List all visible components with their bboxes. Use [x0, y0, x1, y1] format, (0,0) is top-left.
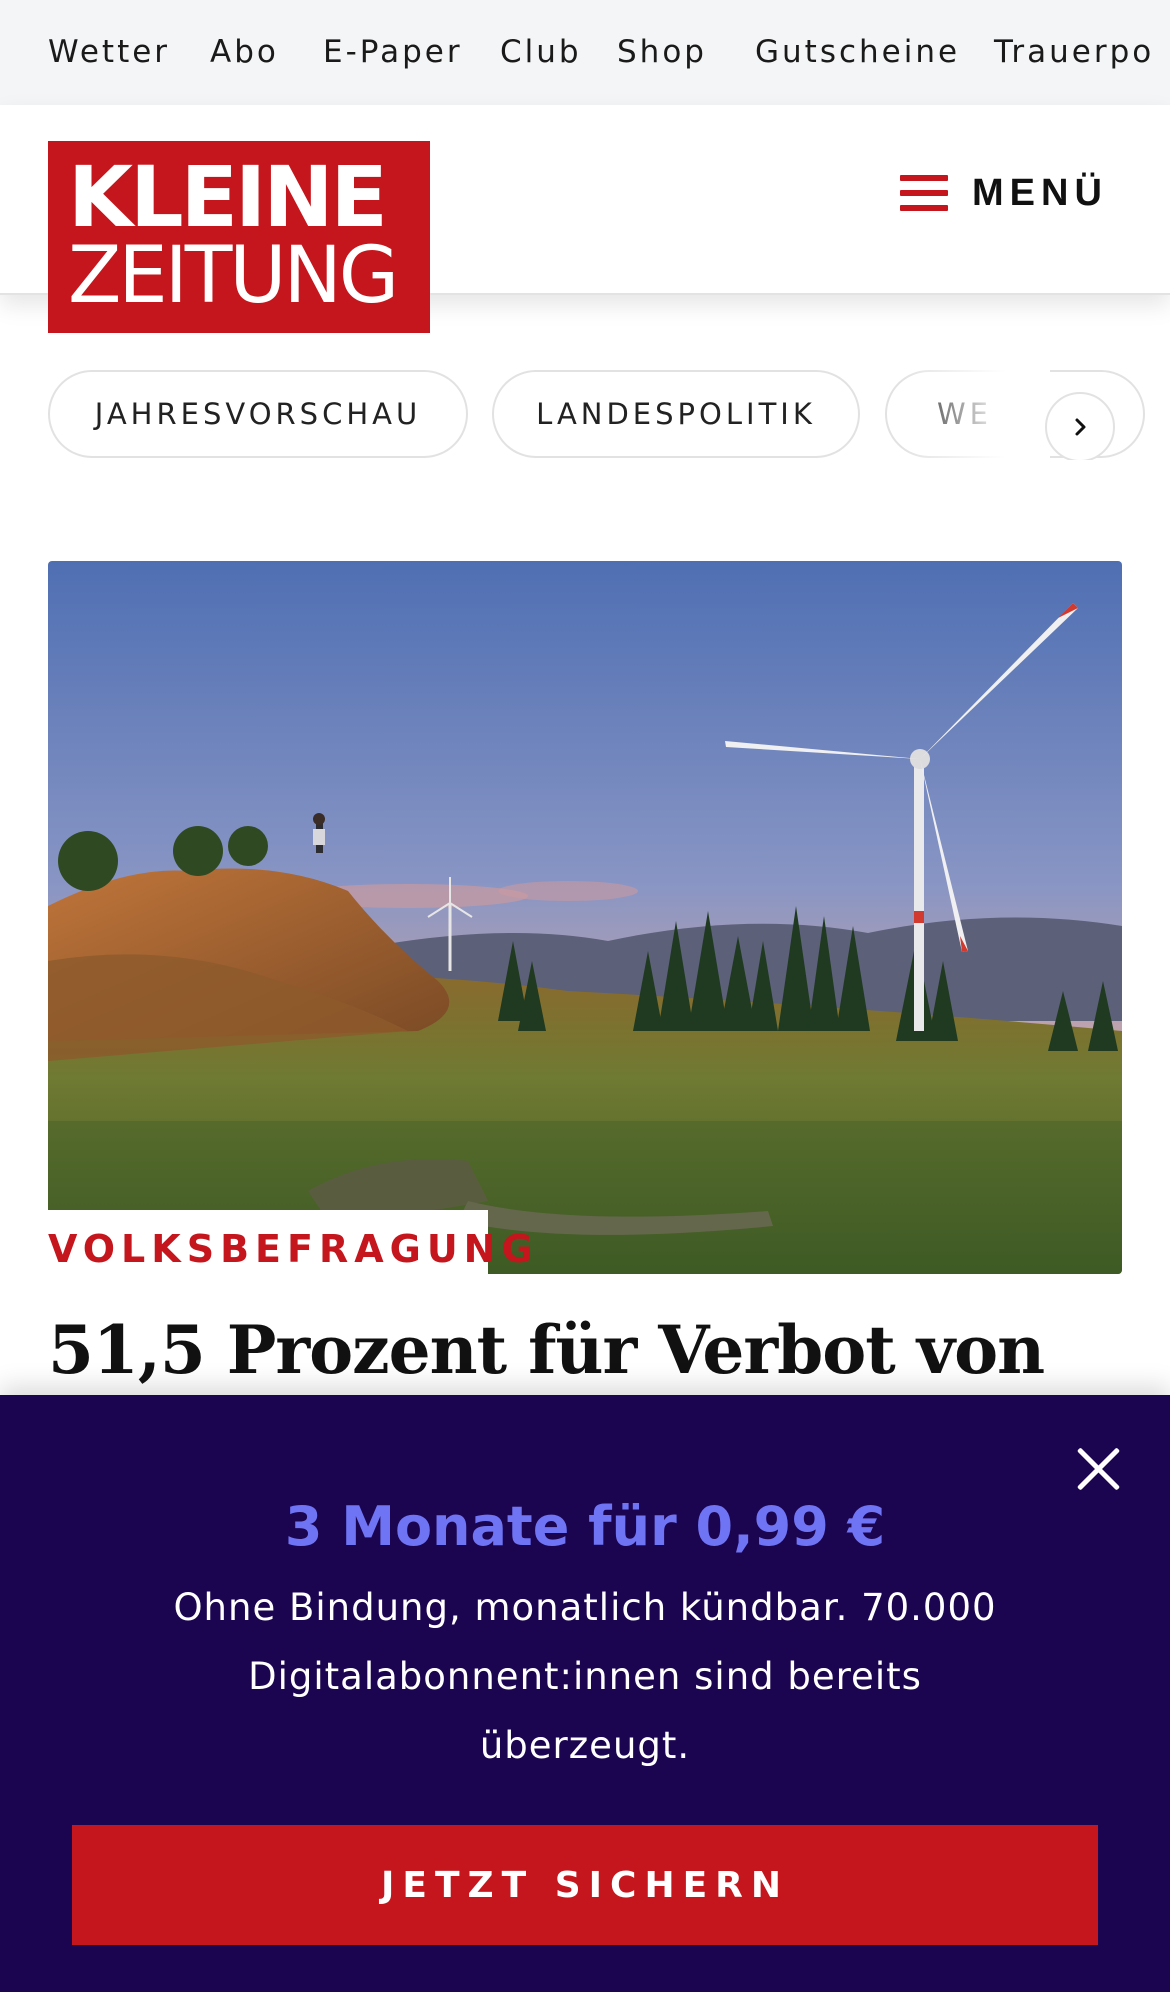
utility-link-club[interactable]: Club	[500, 32, 582, 72]
chips-next-button[interactable]	[1045, 392, 1115, 460]
utility-nav: Wetter Abo E-Paper Club Shop Gutscheine …	[0, 0, 1170, 105]
menu-label: MENÜ	[972, 171, 1108, 214]
article-kicker: VOLKSBEFRAGUNG	[48, 1227, 539, 1271]
site-header: KLEINE ZEITUNG MENÜ	[0, 105, 1170, 333]
subscription-promo-overlay: 3 Monate für 0,99 € Ohne Bindung, monatl…	[0, 1395, 1170, 1992]
topic-chips: JAHRESVORSCHAU LANDESPOLITIK WE	[0, 368, 1170, 460]
utility-link-shop[interactable]: Shop	[617, 32, 707, 72]
logo-line-2: ZEITUNG	[68, 231, 399, 321]
chips-fade	[900, 368, 1050, 460]
subscribe-cta-button[interactable]: JETZT SICHERN	[72, 1825, 1098, 1945]
logo-line-1: KLEINE	[68, 148, 388, 246]
close-icon[interactable]	[1074, 1445, 1122, 1493]
utility-link-abo[interactable]: Abo	[210, 32, 279, 72]
utility-link-trauer[interactable]: Trauerpo	[994, 32, 1154, 72]
utility-link-epaper[interactable]: E-Paper	[323, 32, 463, 72]
article-hero-image[interactable]	[48, 561, 1122, 1274]
site-logo[interactable]: KLEINE ZEITUNG	[48, 141, 430, 333]
chevron-right-icon	[1075, 418, 1086, 436]
utility-link-weather[interactable]: Wetter	[48, 32, 170, 72]
chip-jahresvorschau[interactable]: JAHRESVORSCHAU	[48, 370, 468, 458]
hamburger-icon	[900, 175, 948, 211]
promo-title: 3 Monate für 0,99 €	[284, 1495, 886, 1558]
chip-landespolitik[interactable]: LANDESPOLITIK	[492, 370, 860, 458]
menu-button[interactable]: MENÜ	[900, 163, 1130, 223]
article-headline[interactable]: 51,5 Prozent für Verbot von	[48, 1310, 1122, 1390]
utility-link-gutscheine[interactable]: Gutscheine	[755, 32, 960, 72]
promo-text: Ohne Bindung, monatlich kündbar. 70.000 …	[173, 1586, 997, 1767]
landscape-wind-turbine-image	[48, 561, 1122, 1274]
